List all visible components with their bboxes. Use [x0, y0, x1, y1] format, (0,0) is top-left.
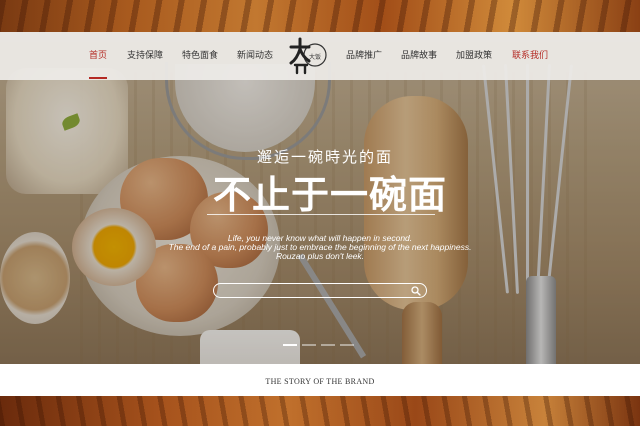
- nav-label: 联系我们: [512, 51, 549, 61]
- top-decor-band: [0, 0, 640, 32]
- slide-dot[interactable]: [321, 344, 335, 346]
- brand-logo-icon[interactable]: 大饭: [287, 35, 327, 75]
- bottom-decor-band: [0, 396, 640, 426]
- nav-specialty-noodles[interactable]: 特色面食: [182, 32, 218, 80]
- nav-brand-story[interactable]: 品牌故事: [401, 32, 437, 80]
- nav-label: 支持保障: [127, 51, 164, 61]
- nav-label: 品牌推广: [346, 51, 383, 61]
- hero-title: 不止于一碗面: [212, 172, 447, 217]
- nav-label: 品牌故事: [401, 51, 438, 61]
- section-header: THE STORY OF THE BRAND: [0, 364, 640, 396]
- search-input[interactable]: [222, 284, 406, 298]
- nav-home[interactable]: 首页: [89, 32, 108, 80]
- nav-label: 加盟政策: [456, 51, 493, 61]
- nav-news[interactable]: 新闻动态: [237, 32, 273, 80]
- slide-dot[interactable]: [283, 344, 297, 346]
- nav-label: 首页: [89, 51, 108, 61]
- nav-label: 新闻动态: [237, 51, 274, 61]
- divider: [207, 214, 435, 215]
- search-box: [213, 283, 427, 298]
- slide-dot[interactable]: [302, 344, 316, 346]
- nav-contact[interactable]: 联系我们: [512, 32, 548, 80]
- logo-text: 大饭: [309, 53, 321, 61]
- hero-tagline-3: Rouzao plus don't leek.: [275, 251, 365, 261]
- nav-support[interactable]: 支持保障: [127, 32, 163, 80]
- section-title: THE STORY OF THE BRAND: [265, 377, 375, 386]
- search-icon[interactable]: [411, 286, 421, 296]
- slide-dot[interactable]: [340, 344, 354, 346]
- active-underline: [89, 77, 108, 79]
- nav-franchise-policy[interactable]: 加盟政策: [456, 32, 492, 80]
- nav-label: 特色面食: [182, 51, 219, 61]
- nav-brand-promotion[interactable]: 品牌推广: [346, 32, 382, 80]
